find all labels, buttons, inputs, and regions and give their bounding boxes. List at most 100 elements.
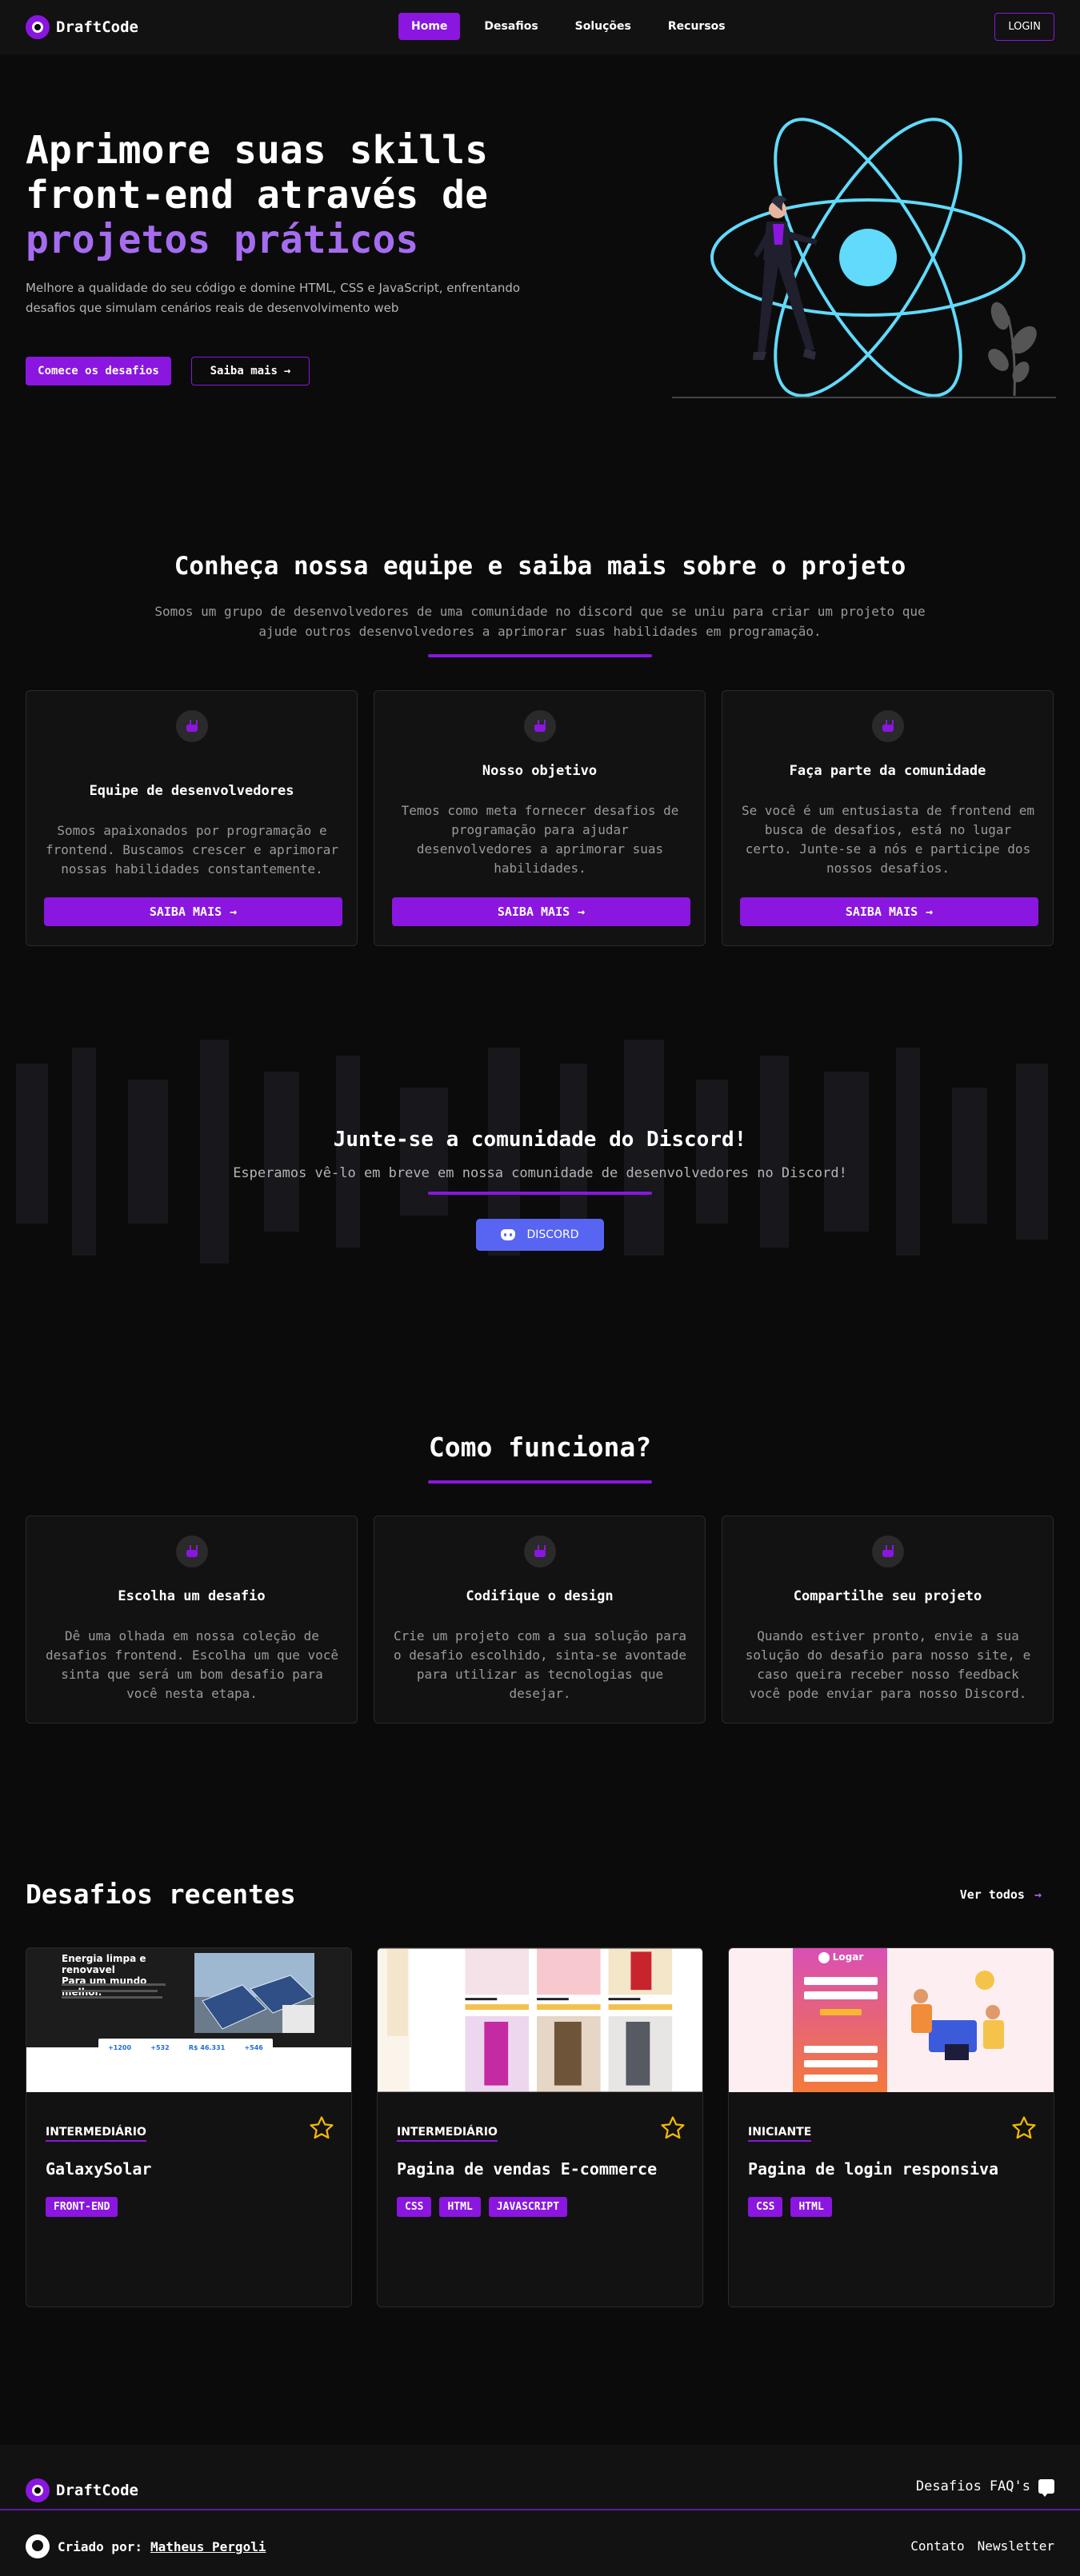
chat-icon: [1038, 2479, 1054, 2497]
team-card-text: Se você é um entusiasta de frontend em b…: [741, 803, 1035, 876]
arrow-right-icon: →: [283, 365, 291, 377]
hero-title: Aprimore suas skills front-end através d…: [26, 128, 538, 262]
flask-icon: [872, 710, 904, 742]
section-underline: [428, 654, 652, 657]
footer-brand-logo[interactable]: DraftCode: [26, 2478, 138, 2502]
discord-title: Junte-se a comunidade do Discord!: [333, 1128, 747, 1152]
woman-figure: [753, 195, 818, 360]
flask-icon: [176, 1536, 208, 1568]
discord-button-label: DISCORD: [526, 1228, 579, 1241]
saiba-mais-button[interactable]: SAIBA MAIS →: [392, 897, 690, 926]
thumb-stats: +1200 +532 R$ 46.331 +546: [98, 2039, 273, 2056]
saiba-mais-label: SAIBA MAIS: [497, 905, 570, 919]
saiba-mais-label: SAIBA MAIS: [845, 905, 918, 919]
footer-link-desafios[interactable]: Desafios: [916, 2478, 982, 2494]
footer-divider: [0, 2509, 1080, 2510]
challenge-tags: CSS HTML: [748, 2197, 832, 2217]
tag-badge: CSS: [748, 2197, 783, 2217]
github-icon[interactable]: [26, 2534, 50, 2558]
main-nav: Home Desafios Soluções Recursos: [398, 13, 738, 40]
how-card-title: Escolha um desafio: [118, 1588, 266, 1604]
arrow-right-icon: →: [926, 905, 934, 919]
nav-recursos[interactable]: Recursos: [655, 13, 738, 40]
tag-badge: FRONT-END: [46, 2197, 118, 2217]
challenge-tags: CSS HTML JAVASCRIPT: [397, 2197, 568, 2217]
see-all-label: Ver todos: [959, 1887, 1025, 1902]
team-section-description: Somos um grupo de desenvolvedores de uma…: [154, 604, 926, 639]
star-icon[interactable]: [659, 2115, 686, 2142]
arrow-right-icon: →: [578, 905, 586, 919]
nav-home[interactable]: Home: [398, 13, 461, 40]
team-card-title: Nosso objetivo: [482, 763, 598, 779]
recent-challenges-title: Desafios recentes: [26, 1879, 296, 1910]
footer-brand-name: DraftCode: [56, 2482, 138, 2499]
see-all-link[interactable]: Ver todos →: [960, 1887, 1042, 1902]
nav-solucoes[interactable]: Soluções: [562, 13, 644, 40]
ecommerce-thumbnail: [378, 1948, 702, 2092]
challenge-card[interactable]: INTERMEDIÁRIO Pagina de vendas E-commerc…: [377, 1947, 703, 2307]
solar-panels-image: [194, 1953, 314, 2033]
how-section-title: Como funciona?: [428, 1432, 652, 1463]
challenge-level: INTERMEDIÁRIO: [397, 2126, 498, 2142]
team-card-text: Temos como meta fornecer desafios de pro…: [401, 803, 679, 876]
login-button[interactable]: LOGIN: [994, 13, 1054, 41]
team-card: Faça parte da comunidade Se você é um en…: [722, 690, 1054, 946]
credit-author-link[interactable]: Matheus Pergoli: [150, 2539, 266, 2554]
learn-more-label: Saiba mais: [210, 365, 278, 377]
how-card-title: Codifique o design: [466, 1588, 614, 1604]
footer-link-newsletter[interactable]: Newsletter: [978, 2538, 1054, 2554]
arrow-right-icon: →: [230, 905, 238, 919]
team-section-title: Conheça nossa equipe e saiba mais sobre …: [174, 552, 906, 581]
star-icon[interactable]: [308, 2115, 335, 2142]
react-atom-illustration: [672, 118, 1056, 398]
challenge-card[interactable]: Energia limpa e renovavel Para um mundo …: [26, 1947, 352, 2307]
team-card-title: Faça parte da comunidade: [789, 763, 986, 779]
challenge-thumbnail: Energia limpa e renovavel Para um mundo …: [26, 1948, 351, 2092]
section-underline: [428, 1480, 652, 1484]
star-icon[interactable]: [1010, 2115, 1038, 2142]
tag-badge: HTML: [790, 2197, 832, 2217]
how-card: Codifique o design Crie um projeto com a…: [374, 1516, 706, 1723]
tag-badge: HTML: [439, 2197, 481, 2217]
saiba-mais-button[interactable]: SAIBA MAIS →: [740, 897, 1038, 926]
hero-title-line2: front-end através de: [26, 173, 488, 218]
footer-bottom-links: Contato Newsletter: [910, 2538, 1054, 2554]
brand-name: DraftCode: [56, 18, 138, 36]
challenge-name: Pagina de login responsiva: [748, 2159, 999, 2179]
start-challenges-button[interactable]: Comece os desafios: [26, 357, 171, 385]
thumb-login-title: Logar: [832, 1951, 864, 1963]
brand-logo[interactable]: DraftCode: [26, 15, 138, 39]
how-card: Compartilhe seu projeto Quando estiver p…: [722, 1516, 1054, 1723]
saiba-mais-button[interactable]: SAIBA MAIS →: [44, 897, 342, 926]
discord-button[interactable]: DISCORD: [476, 1219, 604, 1251]
learn-more-button[interactable]: Saiba mais →: [191, 357, 310, 385]
footer-link-faq[interactable]: FAQ's: [990, 2478, 1030, 2494]
login-thumbnail: Logar: [729, 1948, 1054, 2092]
team-card: Equipe de desenvolvedores Somos apaixona…: [26, 690, 358, 946]
hero-title-accent: projetos práticos: [26, 218, 419, 262]
flask-icon: [872, 1536, 904, 1568]
how-card-text: Dê uma olhada em nossa coleção de desafi…: [45, 1628, 339, 1701]
challenge-name: Pagina de vendas E-commerce: [397, 2159, 658, 2179]
section-underline: [428, 1192, 652, 1195]
flask-icon: [524, 1536, 556, 1568]
discord-icon: [501, 1229, 516, 1240]
footer-link-contato[interactable]: Contato: [910, 2538, 964, 2554]
team-card: Nosso objetivo Temos como meta fornecer …: [374, 690, 706, 946]
page: DraftCode Home Desafios Soluções Recurso…: [0, 0, 1080, 2576]
top-navbar: DraftCode Home Desafios Soluções Recurso…: [0, 0, 1080, 54]
how-card: Escolha um desafio Dê uma olhada em noss…: [26, 1516, 358, 1723]
hero-subtitle: Melhore a qualidade do seu código e domi…: [26, 281, 521, 315]
user-icon: [818, 1951, 830, 1963]
credit-label: Criado por:: [58, 2538, 142, 2554]
plant-decoration: [988, 302, 1037, 397]
nav-desafios[interactable]: Desafios: [471, 13, 550, 40]
challenge-level: INICIANTE: [748, 2126, 812, 2142]
challenge-level: INTERMEDIÁRIO: [46, 2126, 146, 2142]
footer-links: Desafios FAQ's: [916, 2478, 1054, 2497]
team-card-title: Equipe de desenvolvedores: [89, 783, 294, 799]
footer-credit: Criado por: Matheus Pergoli: [26, 2534, 266, 2558]
challenge-card[interactable]: Logar INICIANTE Pagina de login responsi…: [728, 1947, 1054, 2307]
how-card-text: Crie um projeto com a sua solução para o…: [393, 1628, 687, 1701]
challenge-name: GalaxySolar: [46, 2159, 152, 2179]
